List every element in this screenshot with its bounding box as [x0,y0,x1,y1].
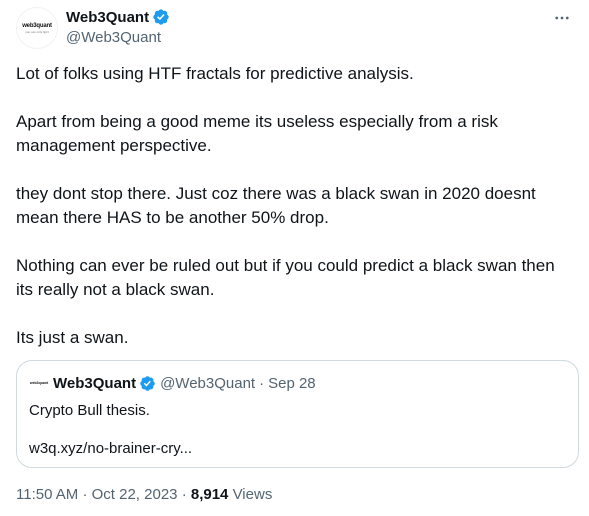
quoted-avatar: web3quant [29,373,49,393]
separator-dot: · [181,486,187,503]
verified-badge-icon [153,9,169,25]
verified-badge-icon [140,375,155,391]
tweet-header: web3quant you can only fight Web3Quant @… [0,0,589,56]
author-handle[interactable]: @Web3Quant [66,29,161,46]
tweet-time[interactable]: 11:50 AM [16,486,78,503]
tweet-date[interactable]: Oct 22, 2023 [92,486,178,503]
tweet-paragraph: Its just a swan. [16,328,129,347]
quoted-author-display-name: Web3Quant [53,374,137,392]
tweet-paragraph: they dont stop there. Just coz there was… [16,184,536,227]
author-display-name[interactable]: Web3Quant [66,9,149,26]
tweet-paragraph: Lot of folks using HTF fractals for pred… [16,64,414,83]
quoted-tweet-card[interactable]: web3quant Web3Quant @Web3Quant · Sep 28 … [16,360,579,468]
avatar-logo-tagline: you can only fight [25,29,49,34]
quoted-author-handle: @Web3Quant [160,374,256,392]
more-horizontal-icon [555,16,569,20]
views-label: Views [232,486,273,503]
tweet-text: Lot of folks using HTF fractals for pred… [16,62,576,374]
quoted-tweet-date: Sep 28 [268,374,316,392]
quoted-tweet-text: Crypto Bull thesis. [29,402,150,419]
more-button[interactable] [547,6,577,30]
tweet-meta: 11:50 AM · Oct 22, 2023 · 8,914 Views [16,486,272,503]
author-name-row: Web3Quant [66,8,170,26]
quoted-tweet-header: web3quant Web3Quant @Web3Quant · Sep 28 [29,373,316,393]
avatar[interactable]: web3quant you can only fight [16,7,58,49]
quoted-avatar-logo-word: web3quant [29,381,49,385]
tweet-paragraph: Apart from being a good meme its useless… [16,112,498,155]
views-count: 8,914 [190,486,229,503]
separator-dot: · [259,374,265,392]
tweet-paragraph: Nothing can ever be ruled out but if you… [16,256,555,299]
quoted-tweet-link[interactable]: w3q.xyz/no-brainer-cry... [29,439,192,459]
separator-dot: · [82,486,88,503]
avatar-logo-word: web3quant [22,22,52,29]
tweet: web3quant you can only fight Web3Quant @… [0,0,589,516]
